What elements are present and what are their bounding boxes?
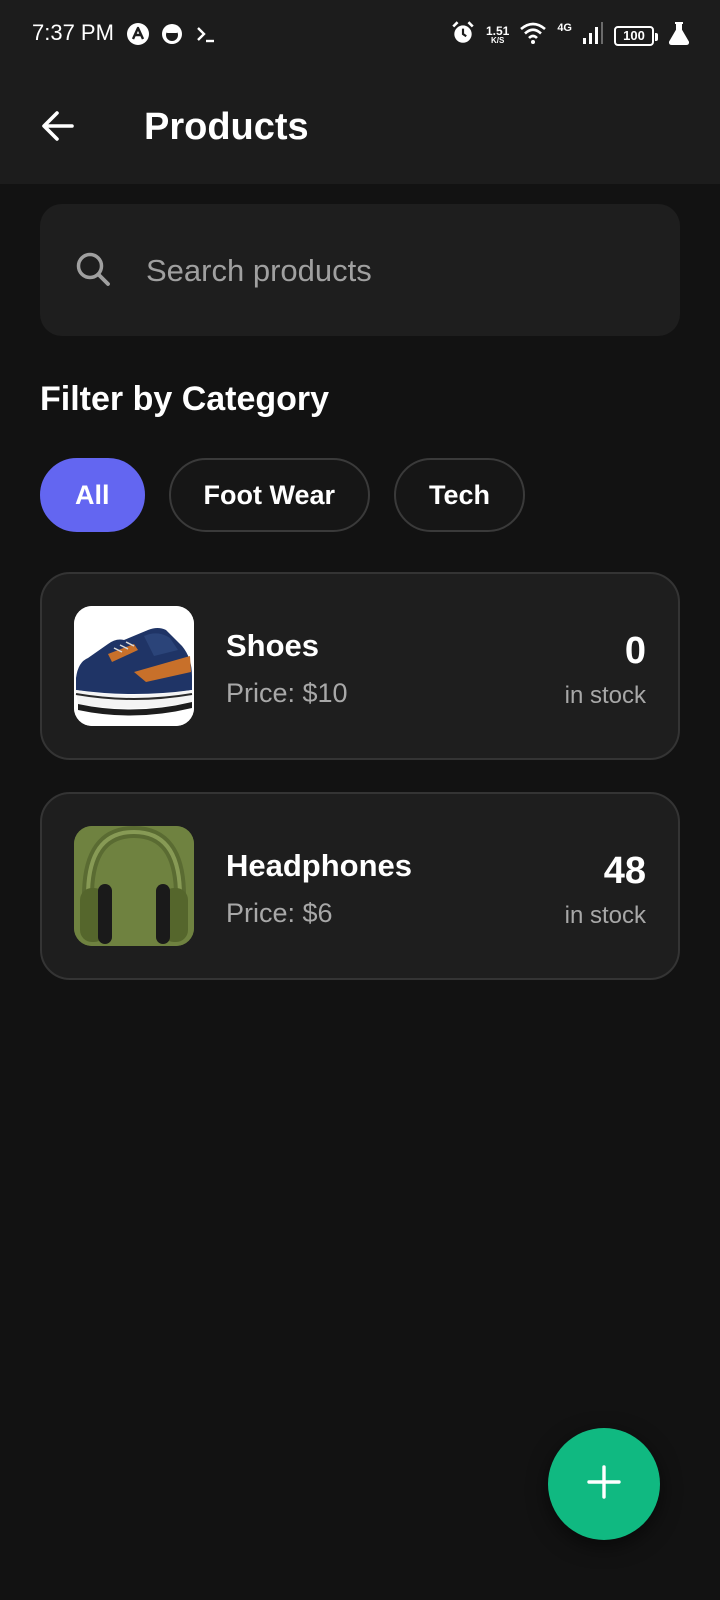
alarm-icon: [450, 20, 476, 51]
system-indicators: 1.51 K/S 4G 100: [450, 20, 690, 51]
stock-label: in stock: [564, 902, 646, 929]
add-product-button[interactable]: [548, 1428, 660, 1540]
product-card-headphones[interactable]: Headphones Price: $6 48 in stock: [40, 792, 680, 980]
wifi-icon: [519, 21, 547, 50]
stock-label: in stock: [564, 682, 646, 709]
status-bar: 7:37 PM 1.51 K/S 4G 100: [0, 0, 720, 72]
notification-icons: [126, 22, 218, 51]
signal-icon: [582, 21, 604, 50]
status-time: 7:37 PM: [32, 20, 114, 45]
page-title: Products: [144, 106, 309, 148]
battery-icon: 100: [614, 25, 658, 46]
search-bar[interactable]: [40, 204, 680, 336]
search-input[interactable]: [144, 240, 618, 302]
plus-icon: [586, 1464, 622, 1505]
stock-count: 48: [603, 850, 646, 892]
back-button[interactable]: [30, 100, 86, 156]
app-bar: Products: [0, 72, 720, 184]
arrow-left-icon: [40, 108, 76, 149]
filter-title: Filter by Category: [40, 380, 330, 418]
headphones-image: [74, 826, 194, 946]
chip-all[interactable]: All: [40, 458, 145, 532]
product-name: Shoes: [226, 628, 320, 663]
category-chips: All Foot Wear Tech: [40, 458, 526, 532]
app-face-icon: [160, 22, 184, 51]
terminal-icon: [194, 22, 218, 51]
chip-tech[interactable]: Tech: [394, 458, 526, 532]
search-icon: [74, 250, 112, 293]
product-price: Price: $10: [226, 678, 348, 708]
flask-icon: [668, 21, 690, 50]
product-price: Price: $6: [226, 898, 333, 928]
product-name: Headphones: [226, 848, 413, 883]
product-card-shoes[interactable]: Shoes Price: $10 0 in stock: [40, 572, 680, 760]
shoe-image: [74, 606, 194, 726]
network-type: 4G: [557, 22, 572, 34]
stock-count: 0: [624, 630, 646, 672]
app-a-icon: [126, 22, 150, 51]
chip-foot-wear[interactable]: Foot Wear: [168, 458, 371, 532]
network-speed: 1.51 K/S: [485, 23, 510, 45]
